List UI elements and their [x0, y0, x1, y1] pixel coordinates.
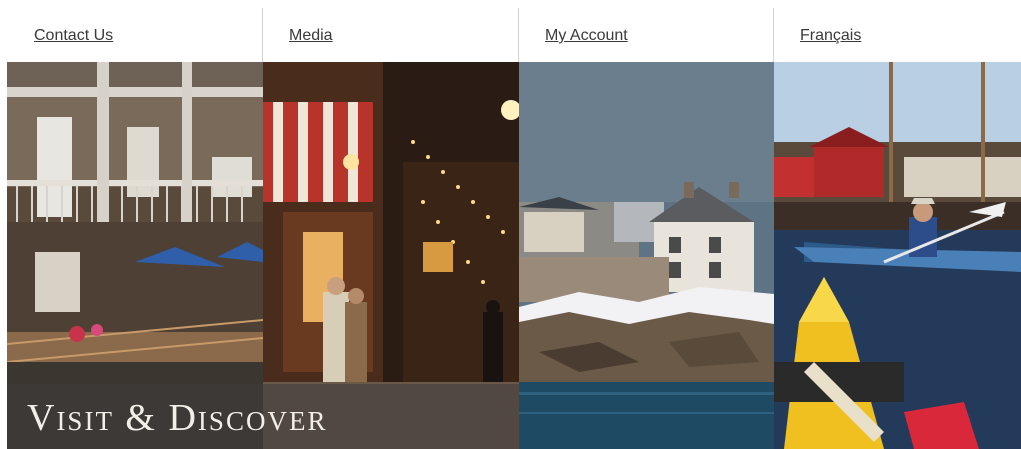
- top-nav: Contact Us Media My Account Français: [0, 0, 1021, 62]
- francais-link[interactable]: Français: [800, 27, 861, 45]
- hero-banner: Visit & Discover: [7, 62, 1021, 449]
- media-link[interactable]: Media: [289, 27, 333, 45]
- nav-item-contact: Contact Us: [7, 0, 262, 62]
- nav-item-media: Media: [262, 0, 518, 62]
- nav-item-language: Français: [773, 0, 1021, 62]
- nav-item-account: My Account: [518, 0, 773, 62]
- contact-us-link[interactable]: Contact Us: [34, 27, 113, 45]
- my-account-link[interactable]: My Account: [545, 27, 628, 45]
- coastal-houses-photo: [519, 62, 774, 449]
- kayak-harbour-photo: [774, 62, 1021, 449]
- banner-caption: Visit & Discover: [27, 397, 328, 439]
